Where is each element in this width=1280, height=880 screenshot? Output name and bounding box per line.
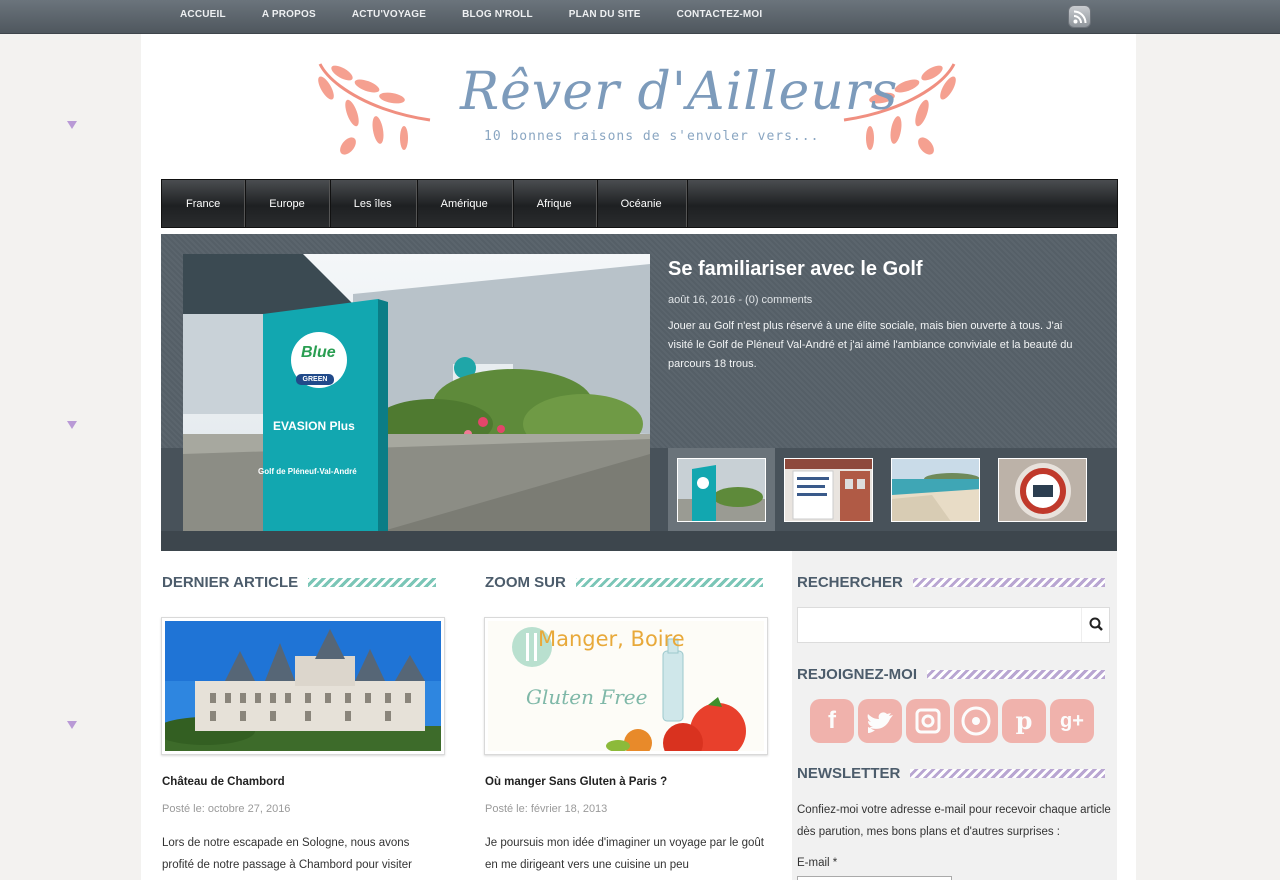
slide-image[interactable]: Blue GREEN EVASION Plus Golf de Pléneuf-…	[183, 254, 650, 531]
newsletter-email-label: E-mail *	[797, 857, 838, 869]
heading-stripe	[912, 578, 1105, 587]
zoom-image-caption-2: Gluten Free	[526, 685, 648, 709]
section-heading-latest-text: DERNIER ARTICLE	[162, 574, 299, 591]
instagram-icon[interactable]	[906, 699, 950, 743]
section-heading-search-text: RECHERCHER	[797, 574, 903, 591]
search-button[interactable]	[1081, 608, 1109, 642]
topnav-actu-voyage[interactable]: ACTU'VOYAGE	[334, 0, 444, 34]
flickr-icon[interactable]	[954, 699, 998, 743]
section-heading-newsletter: NEWSLETTER	[797, 765, 1106, 782]
zoom-image-caption-1: Manger, Boire	[538, 627, 685, 651]
section-heading-join-text: REJOIGNEZ-MOI	[797, 666, 918, 683]
slider-thumbnails	[668, 448, 1096, 531]
latest-post-title[interactable]: Château de Chambord	[162, 776, 285, 788]
sign-brand-text: EVASION Plus	[273, 419, 355, 433]
left-branch-icon	[318, 63, 431, 155]
sign-blue-text: Blue	[301, 344, 336, 361]
topnav-blog-n-roll[interactable]: BLOG N'ROLL	[444, 0, 551, 34]
social-icons: f p g+	[810, 699, 1094, 743]
search-icon	[1089, 617, 1103, 631]
decor-triangle	[67, 721, 77, 729]
thumbnail-lifebuoy[interactable]	[989, 448, 1096, 531]
heading-stripe	[910, 769, 1106, 778]
thumbnail-golf[interactable]	[668, 448, 775, 531]
zoom-post-image[interactable]: Manger, Boire Gluten Free	[484, 617, 768, 755]
search-input[interactable]	[797, 607, 1110, 643]
decor-triangle	[67, 421, 77, 429]
heading-stripe	[308, 578, 437, 587]
pinterest-icon[interactable]: p	[1002, 699, 1046, 743]
nav-item-europe[interactable]: Europe	[245, 180, 330, 227]
top-bar: ACCUEIL A PROPOS ACTU'VOYAGE BLOG N'ROLL…	[0, 0, 1280, 34]
nav-item-oceanie[interactable]: Océanie	[597, 180, 687, 227]
latest-post-date: Posté le: octobre 27, 2016	[162, 803, 291, 815]
topnav-a-propos[interactable]: A PROPOS	[244, 0, 334, 34]
nav-item-france[interactable]: France	[162, 180, 246, 227]
thumbnail-sign[interactable]	[775, 448, 882, 531]
top-nav: ACCUEIL A PROPOS ACTU'VOYAGE BLOG N'ROLL…	[162, 0, 780, 34]
section-heading-search: RECHERCHER	[797, 574, 1105, 591]
zoom-post-date: Posté le: février 18, 2013	[485, 803, 608, 815]
zoom-post-excerpt: Je poursuis mon idée d'imaginer un voyag…	[485, 837, 765, 871]
section-heading-join: REJOIGNEZ-MOI	[797, 666, 1106, 683]
nav-item-amerique[interactable]: Amérique	[417, 180, 513, 227]
zoom-post-title[interactable]: Où manger Sans Gluten à Paris ?	[485, 776, 667, 788]
slide-meta: août 16, 2016 - (0) comments	[668, 294, 813, 306]
decor-triangle	[67, 121, 77, 129]
section-heading-zoom: ZOOM SUR	[485, 574, 763, 591]
sign-place-text: Golf de Pléneuf-Val-André	[258, 467, 357, 476]
site-title[interactable]: Rêver d'Ailleurs	[460, 62, 897, 132]
section-heading-latest: DERNIER ARTICLE	[162, 574, 437, 591]
topnav-plan-du-site[interactable]: PLAN DU SITE	[551, 0, 659, 34]
featured-slider: Blue GREEN EVASION Plus Golf de Pléneuf-…	[161, 234, 1117, 551]
facebook-icon[interactable]: f	[810, 699, 854, 743]
rss-icon[interactable]	[1068, 5, 1091, 28]
nav-item-afrique[interactable]: Afrique	[513, 180, 597, 227]
heading-stripe	[927, 670, 1106, 679]
googleplus-icon[interactable]: g+	[1050, 699, 1094, 743]
slide-title[interactable]: Se familiariser avec le Golf	[668, 258, 923, 281]
topnav-contactez-moi[interactable]: CONTACTEZ-MOI	[659, 0, 781, 34]
site-subtitle: 10 bonnes raisons de s'envoler vers...	[484, 129, 820, 144]
latest-post-excerpt: Lors de notre escapade en Sologne, nous …	[162, 837, 412, 871]
sign-green-text: GREEN	[296, 374, 334, 385]
twitter-icon[interactable]	[858, 699, 902, 743]
newsletter-description: Confiez-moi votre adresse e-mail pour re…	[797, 804, 1111, 838]
topnav-accueil[interactable]: ACCUEIL	[162, 0, 244, 34]
nav-item-les-iles[interactable]: Les îles	[330, 180, 417, 227]
slide-excerpt: Jouer au Golf n'est plus réservé à une é…	[668, 320, 1073, 370]
latest-post-image[interactable]	[161, 617, 445, 755]
section-heading-newsletter-text: NEWSLETTER	[797, 765, 901, 782]
section-heading-zoom-text: ZOOM SUR	[485, 574, 566, 591]
slider-bottom-strip	[161, 531, 1117, 551]
heading-stripe	[575, 578, 763, 587]
newsletter-email-field[interactable]	[797, 876, 952, 880]
thumbnail-beach[interactable]	[882, 448, 989, 531]
main-nav: France Europe Les îles Amérique Afrique …	[161, 179, 1118, 228]
